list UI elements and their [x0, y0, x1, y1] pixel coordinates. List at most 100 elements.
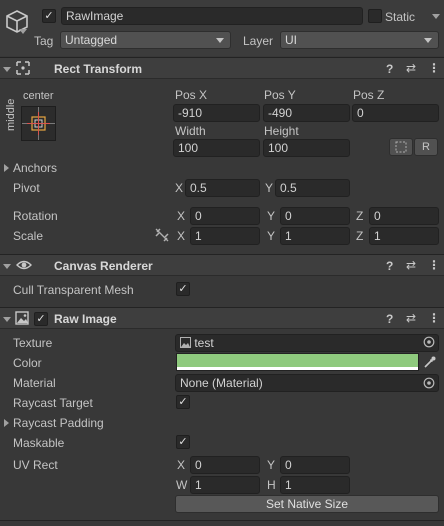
constrain-proportions-button[interactable] — [154, 228, 170, 242]
width-field[interactable]: 100 — [173, 139, 260, 157]
scale-x-axis: X — [177, 229, 186, 243]
presets-icon[interactable]: ⇄ — [406, 258, 416, 272]
raw-image-title: Raw Image — [54, 312, 117, 326]
raw-image-foldout[interactable] — [3, 317, 11, 322]
anchors-foldout[interactable] — [4, 164, 9, 172]
raw-image-enabled-toggle[interactable]: ✓ — [34, 312, 48, 326]
uv-x-field[interactable]: 0 — [190, 456, 260, 474]
pos-x-label: Pos X — [175, 88, 208, 102]
uv-x-axis: X — [177, 458, 186, 472]
anchor-preset-h-label: center — [23, 90, 54, 102]
uv-h-field[interactable]: 1 — [280, 476, 350, 494]
material-field[interactable]: None (Material) — [175, 374, 439, 392]
pivot-y-field[interactable]: 0.5 — [275, 179, 350, 197]
maskable-checkbox[interactable]: ✓ — [176, 435, 190, 449]
material-label: Material — [13, 376, 56, 390]
texture-label: Texture — [13, 336, 53, 350]
checkmark-icon: ✓ — [44, 10, 54, 22]
help-icon[interactable]: ? — [386, 312, 393, 326]
raycast-padding-label[interactable]: Raycast Padding — [13, 416, 104, 430]
layer-dropdown[interactable]: UI — [280, 31, 439, 49]
context-menu-icon[interactable]: ⋮ — [428, 61, 440, 75]
static-checkbox[interactable] — [368, 9, 382, 23]
scale-y-field[interactable]: 1 — [280, 227, 350, 245]
anchors-label[interactable]: Anchors — [13, 161, 57, 175]
texture-field[interactable]: test — [175, 334, 439, 352]
pivot-label: Pivot — [13, 181, 40, 195]
scale-z-axis: Z — [356, 229, 364, 243]
checkmark-icon: ✓ — [178, 436, 188, 448]
presets-icon[interactable]: ⇄ — [406, 61, 416, 75]
blueprint-mode-button[interactable] — [389, 138, 413, 156]
static-dropdown-arrow[interactable] — [432, 14, 440, 19]
scale-z-field[interactable]: 1 — [369, 227, 439, 245]
context-menu-icon[interactable]: ⋮ — [428, 258, 440, 272]
layer-value: UI — [285, 33, 297, 47]
eyedropper-icon — [424, 356, 436, 368]
uv-h-axis: H — [267, 478, 276, 492]
rotation-y-axis: Y — [267, 209, 276, 223]
texture-object-picker[interactable] — [423, 336, 435, 348]
canvas-renderer-title: Canvas Renderer — [54, 259, 153, 273]
anchor-presets-button[interactable] — [21, 106, 56, 141]
rotation-x-field[interactable]: 0 — [190, 207, 260, 225]
rect-tool-icon — [16, 61, 30, 75]
cull-transparent-mesh-label: Cull Transparent Mesh — [13, 283, 134, 297]
anchor-target-icon — [22, 107, 55, 140]
object-name-field[interactable]: RawImage — [61, 7, 363, 25]
rotation-label: Rotation — [13, 209, 58, 223]
chevron-down-icon — [216, 38, 224, 43]
help-icon[interactable]: ? — [386, 62, 393, 76]
pos-z-label: Pos Z — [353, 88, 385, 102]
cull-transparent-mesh-checkbox[interactable]: ✓ — [176, 282, 190, 296]
scale-x-field[interactable]: 1 — [190, 227, 260, 245]
link-broken-icon — [155, 228, 169, 242]
color-alpha-bar — [177, 367, 418, 370]
raycast-padding-foldout[interactable] — [4, 419, 9, 427]
scale-label: Scale — [13, 229, 44, 243]
target-picker-icon — [423, 377, 435, 389]
height-label: Height — [264, 124, 299, 138]
pos-y-field[interactable]: -490 — [263, 104, 350, 122]
image-icon — [15, 311, 29, 325]
raw-edit-button[interactable]: R — [414, 138, 438, 156]
help-icon[interactable]: ? — [386, 259, 393, 273]
active-toggle[interactable]: ✓ — [42, 9, 56, 23]
layer-label: Layer — [243, 34, 274, 48]
rect-transform-foldout[interactable] — [3, 67, 11, 72]
maskable-label: Maskable — [13, 436, 65, 450]
scale-y-axis: Y — [267, 229, 276, 243]
checkmark-icon: ✓ — [178, 283, 188, 295]
set-native-size-button[interactable]: Set Native Size — [175, 495, 439, 513]
checkmark-icon: ✓ — [36, 313, 46, 325]
raycast-target-checkbox[interactable]: ✓ — [176, 395, 190, 409]
eye-icon — [16, 260, 32, 270]
icon-dropdown-arrow[interactable] — [19, 29, 27, 34]
context-menu-icon[interactable]: ⋮ — [428, 311, 440, 325]
eyedropper-button[interactable] — [423, 355, 437, 369]
pivot-x-field[interactable]: 0.5 — [185, 179, 260, 197]
tag-dropdown[interactable]: Untagged — [60, 31, 231, 49]
raycast-target-label: Raycast Target — [13, 396, 93, 410]
color-label: Color — [13, 356, 42, 370]
rect-transform-title: Rect Transform — [54, 62, 143, 76]
uv-w-field[interactable]: 1 — [190, 476, 260, 494]
tag-label: Tag — [34, 34, 54, 48]
blueprint-icon — [395, 141, 407, 153]
pos-x-field[interactable]: -910 — [173, 104, 260, 122]
pos-z-field[interactable]: 0 — [352, 104, 439, 122]
uv-rect-label: UV Rect — [13, 458, 58, 472]
rotation-z-field[interactable]: 0 — [369, 207, 439, 225]
static-label: Static — [385, 10, 416, 24]
anchor-preset-v-label: middle — [5, 98, 17, 131]
target-picker-icon — [423, 336, 435, 348]
material-object-picker[interactable] — [423, 377, 435, 389]
color-swatch[interactable] — [176, 353, 419, 371]
canvas-renderer-foldout[interactable] — [3, 264, 11, 269]
height-field[interactable]: 100 — [263, 139, 350, 157]
bottom-separator — [0, 520, 444, 521]
presets-icon[interactable]: ⇄ — [406, 311, 416, 325]
rotation-y-field[interactable]: 0 — [280, 207, 350, 225]
uv-y-field[interactable]: 0 — [280, 456, 350, 474]
rect-transform-icon — [16, 61, 30, 75]
